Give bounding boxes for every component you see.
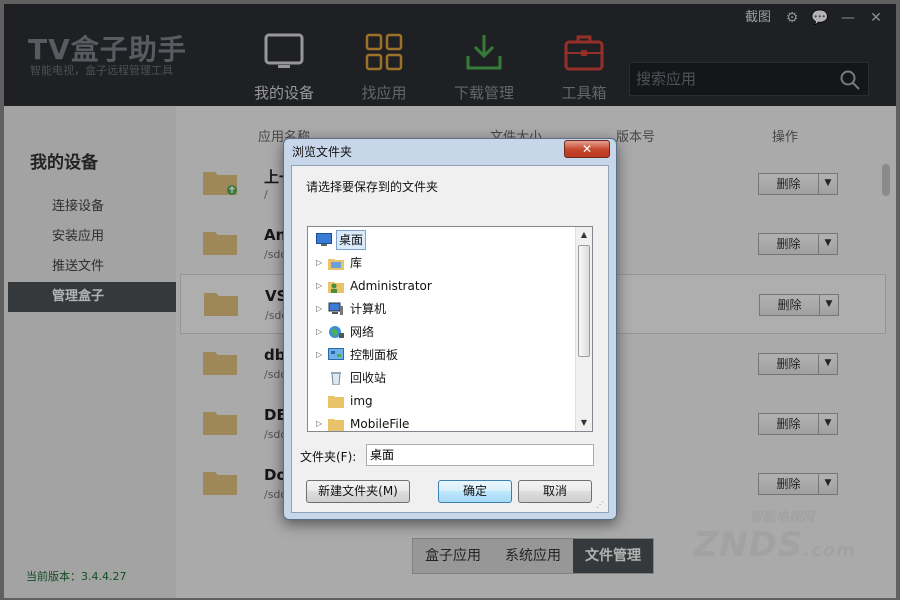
tree-item-recycle-bin[interactable]: 回收站 [308, 367, 576, 389]
computer-icon [328, 302, 343, 315]
resize-grip-icon[interactable]: ⋰ [596, 500, 606, 510]
tree-label: img [350, 394, 373, 408]
library-icon [328, 259, 344, 270]
folder-field[interactable]: 桌面 [366, 444, 594, 466]
scroll-thumb[interactable] [578, 245, 590, 357]
tree-item-img[interactable]: img [308, 390, 576, 412]
expand-arrow-icon[interactable]: ▷ [316, 275, 322, 297]
expand-arrow-icon[interactable]: ▷ [316, 298, 322, 320]
tree-item-control-panel[interactable]: ▷ 控制面板 [308, 344, 576, 366]
ok-button[interactable]: 确定 [438, 480, 512, 503]
folder-icon [328, 396, 344, 408]
folder-field-label: 文件夹(F): [300, 450, 357, 464]
dialog-prompt: 请选择要保存到的文件夹 [306, 180, 439, 194]
desktop-icon [316, 233, 332, 246]
tree-scrollbar[interactable]: ▲ ▼ [575, 227, 592, 431]
expand-arrow-icon[interactable]: ▷ [316, 321, 322, 343]
scroll-up-icon[interactable]: ▲ [576, 227, 592, 243]
tree-label: 网络 [350, 325, 375, 339]
dialog-close-button[interactable]: ✕ [564, 140, 610, 158]
new-folder-button[interactable]: 新建文件夹(M) [306, 480, 410, 503]
tree-label: MobileFile [350, 417, 410, 431]
scroll-down-icon[interactable]: ▼ [576, 415, 592, 431]
tree-item-desktop[interactable]: 桌面 [308, 229, 576, 251]
tree-label: 库 [350, 256, 363, 270]
dialog-title: 浏览文件夹 [292, 145, 353, 159]
control-panel-icon [328, 348, 344, 360]
tree-item-administrator[interactable]: ▷ Administrator [308, 275, 576, 297]
tree-item-mobilefile[interactable]: ▷ MobileFile [308, 413, 576, 431]
expand-arrow-icon[interactable]: ▷ [316, 252, 322, 274]
tree-label: 计算机 [350, 302, 387, 316]
folder-icon [328, 419, 344, 431]
tree-label: Administrator [350, 279, 432, 293]
folder-tree: 桌面 ▷ 库 ▷ Administrator ▷ 计算机 ▷ 网络 ▷ 控制面板… [307, 226, 593, 432]
tree-label: 桌面 [336, 230, 367, 250]
tree-item-library[interactable]: ▷ 库 [308, 252, 576, 274]
tree-item-computer[interactable]: ▷ 计算机 [308, 298, 576, 320]
tree-item-network[interactable]: ▷ 网络 [308, 321, 576, 343]
recycle-bin-icon [331, 372, 341, 385]
tree-label: 控制面板 [350, 348, 399, 362]
network-icon [329, 326, 344, 338]
cancel-button[interactable]: 取消 [518, 480, 592, 503]
user-folder-icon [328, 282, 344, 293]
expand-arrow-icon[interactable]: ▷ [316, 344, 322, 366]
tree-label: 回收站 [350, 371, 387, 385]
expand-arrow-icon[interactable]: ▷ [316, 413, 322, 431]
browse-folder-dialog: 浏览文件夹 ✕ 请选择要保存到的文件夹 桌面 ▷ 库 ▷ Administrat… [283, 138, 617, 520]
dialog-body: 请选择要保存到的文件夹 桌面 ▷ 库 ▷ Administrator ▷ 计算机 [291, 165, 609, 513]
